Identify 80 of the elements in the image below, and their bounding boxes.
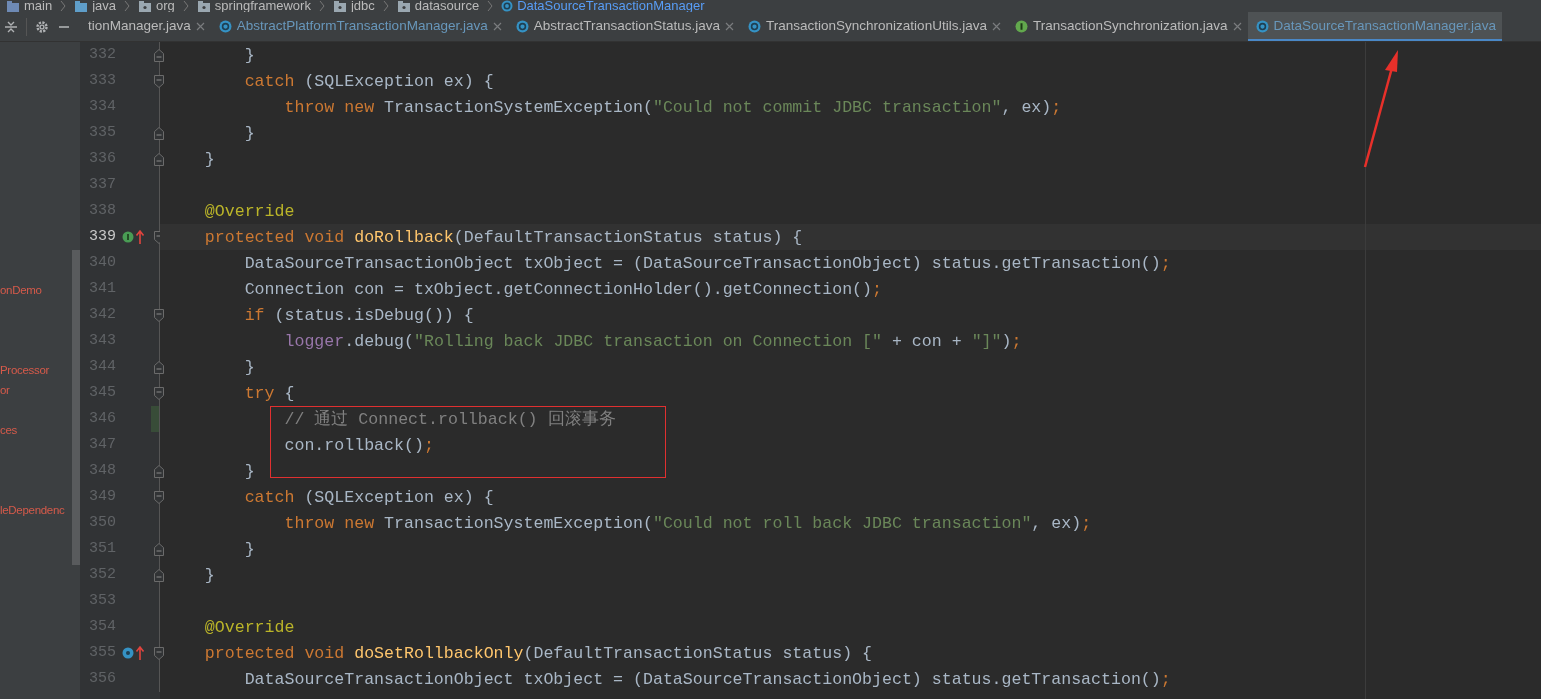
code-line: } [203, 149, 215, 171]
code-line: catch (SQLException ex) { [243, 71, 494, 93]
code-line: DataSourceTransactionObject txObject = (DataSourceTransactionObject) status.getTransaction(); [243, 669, 1171, 691]
chevron-icon [60, 0, 67, 12]
code-line: try { [243, 383, 295, 405]
class-icon [218, 20, 232, 33]
code-line: throw new TransactionSystemException("Could not roll back JDBC transaction", ex); [283, 513, 1092, 535]
code-line: } [243, 123, 255, 145]
tree-item[interactable]: or [0, 380, 72, 400]
chevron-icon [382, 0, 389, 12]
close-icon[interactable] [492, 22, 502, 31]
module-icon [6, 0, 20, 12]
implements-marker-icon[interactable] [122, 231, 134, 243]
up-arrow-icon[interactable] [135, 645, 145, 661]
tree-item[interactable]: leDependenc [0, 500, 72, 520]
chevron-icon [124, 0, 131, 12]
file-tab[interactable]: AbstractTransactionStatus.java [507, 12, 741, 41]
collapse-icon[interactable] [4, 19, 18, 34]
chevron-icon [487, 0, 494, 12]
fold-icon[interactable] [154, 464, 164, 478]
code-line: @Override [203, 617, 295, 639]
code-line: if (status.isDebug()) { [243, 305, 474, 327]
class-icon [1255, 20, 1269, 33]
code-line: } [243, 461, 255, 483]
class-icon [501, 0, 514, 12]
tree-item[interactable]: Processor [0, 360, 72, 380]
code-line: } [243, 539, 255, 561]
line-number: 339 [88, 227, 116, 247]
breadcrumb-item[interactable]: springframework [214, 0, 311, 12]
fold-icon[interactable] [154, 646, 164, 660]
code-line: catch (SQLException ex) { [243, 487, 494, 509]
change-marker[interactable] [151, 406, 159, 432]
class-icon [515, 20, 529, 33]
chevron-icon [182, 0, 189, 12]
code-line: @Override [203, 201, 295, 223]
folder-icon [74, 0, 89, 12]
chevron-icon [318, 0, 325, 12]
close-icon[interactable] [725, 22, 735, 31]
code-line: } [243, 45, 255, 67]
code-line: con.rollback(); [283, 435, 434, 457]
fold-icon[interactable] [154, 542, 164, 556]
fold-icon[interactable] [154, 386, 164, 400]
override-marker-icon[interactable] [122, 647, 134, 659]
close-icon[interactable] [1232, 22, 1242, 31]
fold-icon[interactable] [154, 152, 164, 166]
fold-icon[interactable] [154, 48, 164, 62]
breadcrumb-item[interactable]: DataSourceTransactionManager [517, 0, 705, 12]
breadcrumb-item[interactable]: org [156, 0, 175, 12]
code-line: protected void doRollback(DefaultTransactionStatus status) { [203, 227, 803, 249]
fold-icon[interactable] [154, 490, 164, 504]
file-tab[interactable]: AbstractPlatformTransactionManager.java [210, 12, 508, 41]
up-arrow-icon[interactable] [135, 229, 145, 245]
fold-icon[interactable] [154, 568, 164, 582]
fold-icon[interactable] [154, 360, 164, 374]
breadcrumb-item[interactable]: jdbc [350, 0, 375, 12]
code-line: } [203, 565, 215, 587]
breadcrumb-item[interactable]: main [24, 0, 53, 12]
file-tab[interactable]: TransactionSynchronization.java [1006, 12, 1248, 41]
code-line: logger.debug("Rolling back JDBC transaction on Connection [" + con + "]"); [283, 331, 1022, 353]
fold-icon[interactable] [154, 126, 164, 140]
code-line: throw new TransactionSystemException("Could not commit JDBC transaction", ex); [283, 97, 1062, 119]
scrollbar[interactable] [72, 250, 80, 565]
code-line: } [243, 357, 255, 379]
breadcrumb-item[interactable]: datasource [414, 0, 480, 12]
close-icon[interactable] [991, 22, 1001, 31]
settings-icon[interactable] [35, 19, 49, 34]
code-comment: // 通过 Connect.rollback() 回滚事务 [283, 409, 616, 431]
class-icon [748, 20, 762, 33]
file-tab[interactable]: TransactionSynchronizationUtils.java [740, 12, 1007, 41]
fold-icon[interactable] [154, 308, 164, 322]
interface-icon [1014, 20, 1028, 33]
code-line: DataSourceTransactionObject txObject = (DataSourceTransactionObject) status.getTransaction(); [243, 253, 1171, 275]
code-line: Connection con = txObject.getConnectionHolder().getConnection(); [243, 279, 882, 301]
fold-icon[interactable] [154, 74, 164, 88]
file-tab[interactable]: tionManager.java [80, 12, 211, 41]
tree-item[interactable]: onDemo [0, 280, 72, 300]
code-line: protected void doSetRollbackOnly(DefaultTransactionStatus status) { [203, 643, 873, 665]
breadcrumb-item[interactable]: java [92, 0, 117, 12]
close-icon[interactable] [195, 22, 205, 31]
tree-item[interactable]: ces [0, 420, 72, 440]
